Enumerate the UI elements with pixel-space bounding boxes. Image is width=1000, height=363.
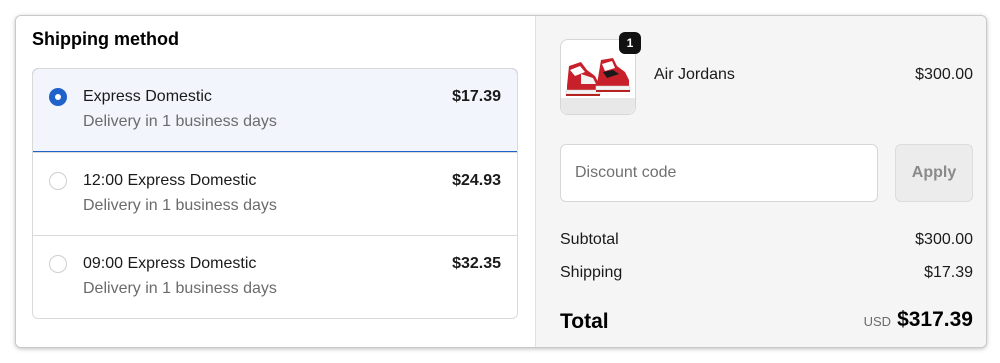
subtotal-label: Subtotal <box>560 231 619 248</box>
product-name: Air Jordans <box>654 66 735 83</box>
apply-discount-button[interactable]: Apply <box>895 144 973 202</box>
checkout-panel: Shipping method Express Domestic Deliver… <box>15 15 987 348</box>
shipping-option-express-domestic[interactable]: Express Domestic Delivery in 1 business … <box>33 69 517 152</box>
shipping-options-list: Express Domestic Delivery in 1 business … <box>32 68 518 319</box>
product-price: $300.00 <box>915 66 973 83</box>
shipping-option-0900-express-domestic[interactable]: 09:00 Express Domestic Delivery in 1 bus… <box>33 235 517 318</box>
shipping-option-name: 09:00 Express Domestic <box>83 255 257 272</box>
product-thumbnail: 1 <box>560 32 641 115</box>
total-value: USD $317.39 <box>864 308 973 332</box>
shipping-option-delivery: Delivery in 1 business days <box>83 113 277 130</box>
total-label: Total <box>560 310 609 333</box>
total-amount: $317.39 <box>897 308 973 331</box>
shipping-option-price: $17.39 <box>452 88 501 105</box>
radio-unselected-icon[interactable] <box>49 255 67 273</box>
shipping-option-delivery: Delivery in 1 business days <box>83 280 277 297</box>
shipping-label: Shipping <box>560 264 623 281</box>
discount-code-input[interactable] <box>560 144 878 202</box>
shipping-option-1200-express-domestic[interactable]: 12:00 Express Domestic Delivery in 1 bus… <box>33 152 517 235</box>
total-currency: USD <box>863 314 892 329</box>
shipping-option-name: Express Domestic <box>83 88 212 105</box>
radio-selected-icon[interactable] <box>49 88 67 106</box>
shipping-option-delivery: Delivery in 1 business days <box>83 197 277 214</box>
shipping-option-price: $24.93 <box>452 172 501 189</box>
shipping-method-section: Shipping method Express Domestic Deliver… <box>16 16 535 347</box>
radio-unselected-icon[interactable] <box>49 172 67 190</box>
shipping-option-price: $32.35 <box>452 255 501 272</box>
quantity-badge: 1 <box>619 32 641 54</box>
order-summary-section: 1 Air Jordans $300.00 Apply Subtotal $30… <box>535 16 986 347</box>
subtotal-value: $300.00 <box>915 231 973 248</box>
shipping-option-name: 12:00 Express Domestic <box>83 172 257 189</box>
shipping-value: $17.39 <box>924 264 973 281</box>
shipping-method-title: Shipping method <box>32 29 179 49</box>
